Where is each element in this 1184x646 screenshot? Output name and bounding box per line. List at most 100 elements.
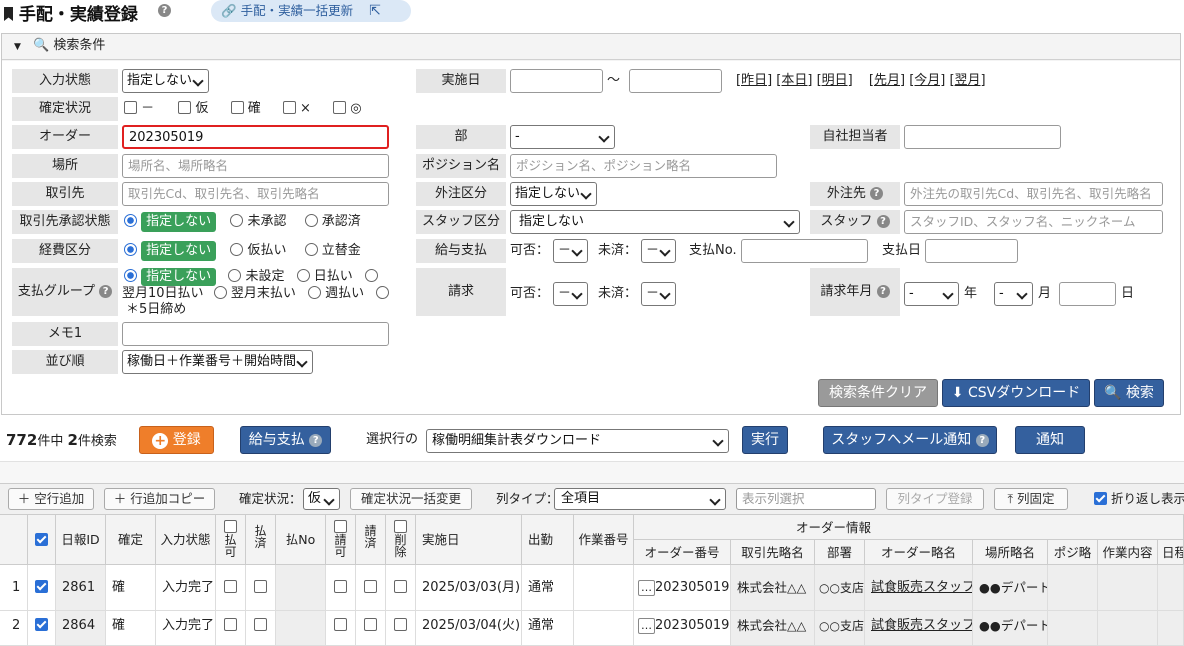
cell-attend[interactable]: 通常 bbox=[522, 611, 574, 646]
cell-confirm[interactable]: 確 bbox=[106, 565, 156, 611]
col-type-register-button[interactable]: 列タイプ登録 bbox=[886, 488, 984, 510]
bill-day-input[interactable] bbox=[1059, 282, 1116, 306]
delete-checkbox[interactable] bbox=[394, 580, 407, 593]
date-to-input[interactable] bbox=[629, 69, 722, 93]
pay-done-checkbox[interactable] bbox=[254, 580, 267, 593]
cell-pay-done[interactable] bbox=[246, 565, 276, 611]
row-action-select[interactable]: 稼働明細集計表ダウンロード bbox=[426, 429, 729, 453]
pay-ok-checkbox[interactable] bbox=[224, 580, 237, 593]
cell-delete[interactable] bbox=[386, 611, 416, 646]
header-input-status[interactable]: 入力状態 bbox=[156, 515, 216, 565]
paygroup-radio-5th[interactable] bbox=[376, 286, 390, 299]
date-from-input[interactable] bbox=[510, 69, 603, 93]
salary-unpaid-select[interactable]: － bbox=[641, 239, 676, 263]
header-date[interactable]: 実施日 bbox=[416, 515, 522, 565]
bill-ok-checkbox[interactable] bbox=[334, 580, 347, 593]
header-pos-short[interactable]: ポジ略 bbox=[1048, 540, 1098, 565]
cell-work-no[interactable] bbox=[574, 565, 634, 611]
header-bill-done[interactable]: 請済 bbox=[356, 515, 386, 565]
staff-help-icon[interactable]: ? bbox=[876, 215, 890, 228]
select-all-checkbox[interactable] bbox=[35, 533, 48, 546]
add-empty-row-button[interactable]: ＋ 空行追加 bbox=[8, 488, 94, 510]
header-attend[interactable]: 出勤 bbox=[522, 515, 574, 565]
header-work-content[interactable]: 作業内容 bbox=[1098, 540, 1158, 565]
salary-ok-select[interactable]: － bbox=[553, 239, 588, 263]
order-lookup-button[interactable]: … bbox=[638, 580, 655, 596]
billing-unpaid-select[interactable]: － bbox=[641, 282, 676, 306]
bulk-update-link[interactable]: 🔗 手配・実績一括更新 ⇱ bbox=[211, 0, 411, 22]
execute-button[interactable]: 実行 bbox=[742, 426, 788, 454]
salary-pay-button[interactable]: 給与支払 ? bbox=[240, 426, 331, 454]
grid-confirm-select[interactable]: 仮 bbox=[303, 488, 340, 510]
confirm-checkbox-provisional[interactable] bbox=[178, 101, 192, 114]
own-staff-input[interactable] bbox=[904, 125, 1061, 149]
cell-date[interactable]: 2025/03/03(月) bbox=[416, 565, 522, 611]
paygroup-radio-weekly[interactable] bbox=[307, 286, 321, 299]
order-short-link[interactable]: 試食販売スタッフ bbox=[871, 580, 972, 595]
memo-input[interactable] bbox=[122, 322, 389, 346]
register-button[interactable]: + 登録 bbox=[139, 426, 214, 454]
row-select[interactable] bbox=[28, 611, 56, 646]
clear-search-button[interactable]: 検索条件クリア bbox=[818, 379, 938, 407]
this-month-link[interactable]: [今月] bbox=[909, 73, 945, 88]
search-header[interactable]: ▼ 🔍 検索条件 bbox=[2, 34, 1180, 60]
csv-download-button[interactable]: ⬇ CSVダウンロード bbox=[942, 379, 1090, 407]
col-type-select[interactable]: 全項目 bbox=[554, 488, 726, 510]
row-select-checkbox[interactable] bbox=[35, 580, 48, 593]
sort-select[interactable]: 稼働日＋作業番号＋開始時間 bbox=[122, 350, 313, 374]
bill-year-select[interactable]: - bbox=[904, 282, 959, 306]
approval-radio-any[interactable] bbox=[124, 214, 137, 227]
cell-pay-ok[interactable] bbox=[216, 611, 246, 646]
bill-month-select[interactable]: - bbox=[994, 282, 1033, 306]
outsource-type-select[interactable]: 指定しない bbox=[510, 182, 597, 206]
paygroup-radio-daily[interactable] bbox=[296, 269, 310, 282]
client-input[interactable]: 取引先Cd、取引先名、取引先略名 bbox=[122, 182, 389, 206]
header-pay-done[interactable]: 払済 bbox=[246, 515, 276, 565]
expense-radio-advance[interactable] bbox=[230, 243, 244, 256]
header-work-date[interactable]: 日程 bbox=[1158, 540, 1184, 565]
cell-work-no[interactable] bbox=[574, 611, 634, 646]
expense-radio-reimburse[interactable] bbox=[304, 243, 318, 256]
header-pay-no[interactable]: 払No bbox=[276, 515, 326, 565]
place-input[interactable]: 場所名、場所略名 bbox=[122, 154, 389, 178]
today-link[interactable]: [本日] bbox=[776, 73, 812, 88]
last-month-link[interactable]: [先月] bbox=[869, 73, 905, 88]
approval-radio-pending[interactable] bbox=[230, 214, 244, 227]
search-button[interactable]: 🔍 検索 bbox=[1094, 379, 1164, 407]
confirm-checkbox-confirmed[interactable] bbox=[230, 101, 244, 114]
wrap-toggle[interactable]: 折り返し表示 bbox=[1094, 488, 1184, 510]
bill-done-checkbox[interactable] bbox=[364, 580, 377, 593]
cell-order-no[interactable]: … 202305019 bbox=[634, 611, 731, 646]
billing-ok-select[interactable]: － bbox=[553, 282, 588, 306]
bill-ok-checkbox[interactable] bbox=[334, 618, 347, 631]
tomorrow-link[interactable]: [明日] bbox=[817, 73, 853, 88]
cell-order-short[interactable]: 試食販売スタッフ bbox=[865, 611, 973, 646]
help-icon[interactable]: ? bbox=[158, 4, 171, 17]
row-select-checkbox[interactable] bbox=[35, 618, 48, 631]
order-lookup-button[interactable]: … bbox=[638, 618, 655, 634]
cell-pay-done[interactable] bbox=[246, 611, 276, 646]
order-short-link[interactable]: 試食販売スタッフ bbox=[871, 618, 972, 633]
pay-done-checkbox[interactable] bbox=[254, 618, 267, 631]
input-status-select[interactable]: 指定しない bbox=[122, 69, 209, 93]
cell-order-short[interactable]: 試食販売スタッフ bbox=[865, 565, 973, 611]
staff-input[interactable]: スタッフID、スタッフ名、ニックネーム bbox=[904, 210, 1163, 234]
header-client-short[interactable]: 取引先略名 bbox=[731, 540, 815, 565]
fix-columns-button[interactable]: ⤒ 列固定 bbox=[994, 488, 1068, 510]
bill-ok-all-checkbox[interactable] bbox=[334, 520, 347, 533]
next-month-link[interactable]: [翌月] bbox=[949, 73, 985, 88]
collapse-icon[interactable]: ▼ bbox=[14, 42, 21, 52]
cell-attend[interactable]: 通常 bbox=[522, 565, 574, 611]
outsource-help-icon[interactable]: ? bbox=[870, 187, 884, 200]
header-dept[interactable]: 部署 bbox=[815, 540, 865, 565]
header-report-id[interactable]: 日報ID bbox=[56, 515, 106, 565]
cell-bill-ok[interactable] bbox=[326, 565, 356, 611]
bill-done-checkbox[interactable] bbox=[364, 618, 377, 631]
header-order-short[interactable]: オーダー略名 bbox=[865, 540, 973, 565]
pay-ok-checkbox[interactable] bbox=[224, 618, 237, 631]
bulk-confirm-button[interactable]: 確定状況一括変更 bbox=[350, 488, 472, 510]
header-place-short[interactable]: 場所略名 bbox=[973, 540, 1048, 565]
cell-input-status[interactable]: 入力完了 bbox=[156, 611, 216, 646]
header-confirm[interactable]: 確定 bbox=[106, 515, 156, 565]
confirm-checkbox-none[interactable] bbox=[124, 101, 137, 114]
